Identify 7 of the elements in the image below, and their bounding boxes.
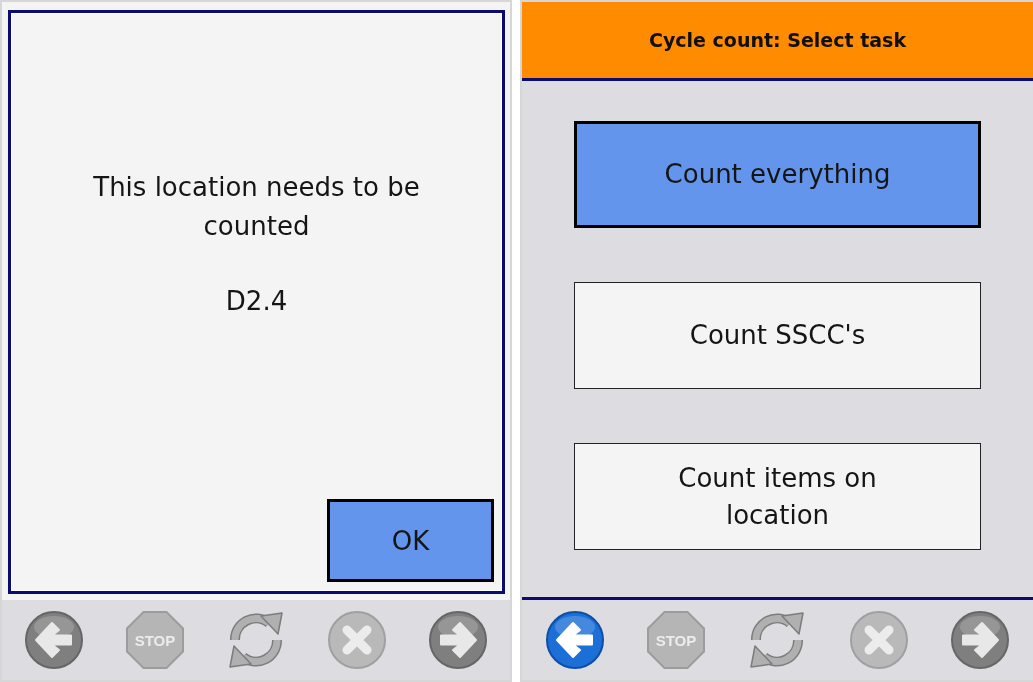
- task-option[interactable]: Count items on location: [574, 443, 981, 550]
- message-text: This location needs to be counted: [92, 171, 421, 243]
- task-option[interactable]: Count SSCC's: [574, 282, 981, 389]
- ok-button[interactable]: OK: [327, 499, 494, 582]
- screen-title: Cycle count: Select task: [648, 29, 907, 51]
- task-option[interactable]: Count everything: [574, 121, 981, 228]
- location-code: D2.4: [225, 285, 288, 318]
